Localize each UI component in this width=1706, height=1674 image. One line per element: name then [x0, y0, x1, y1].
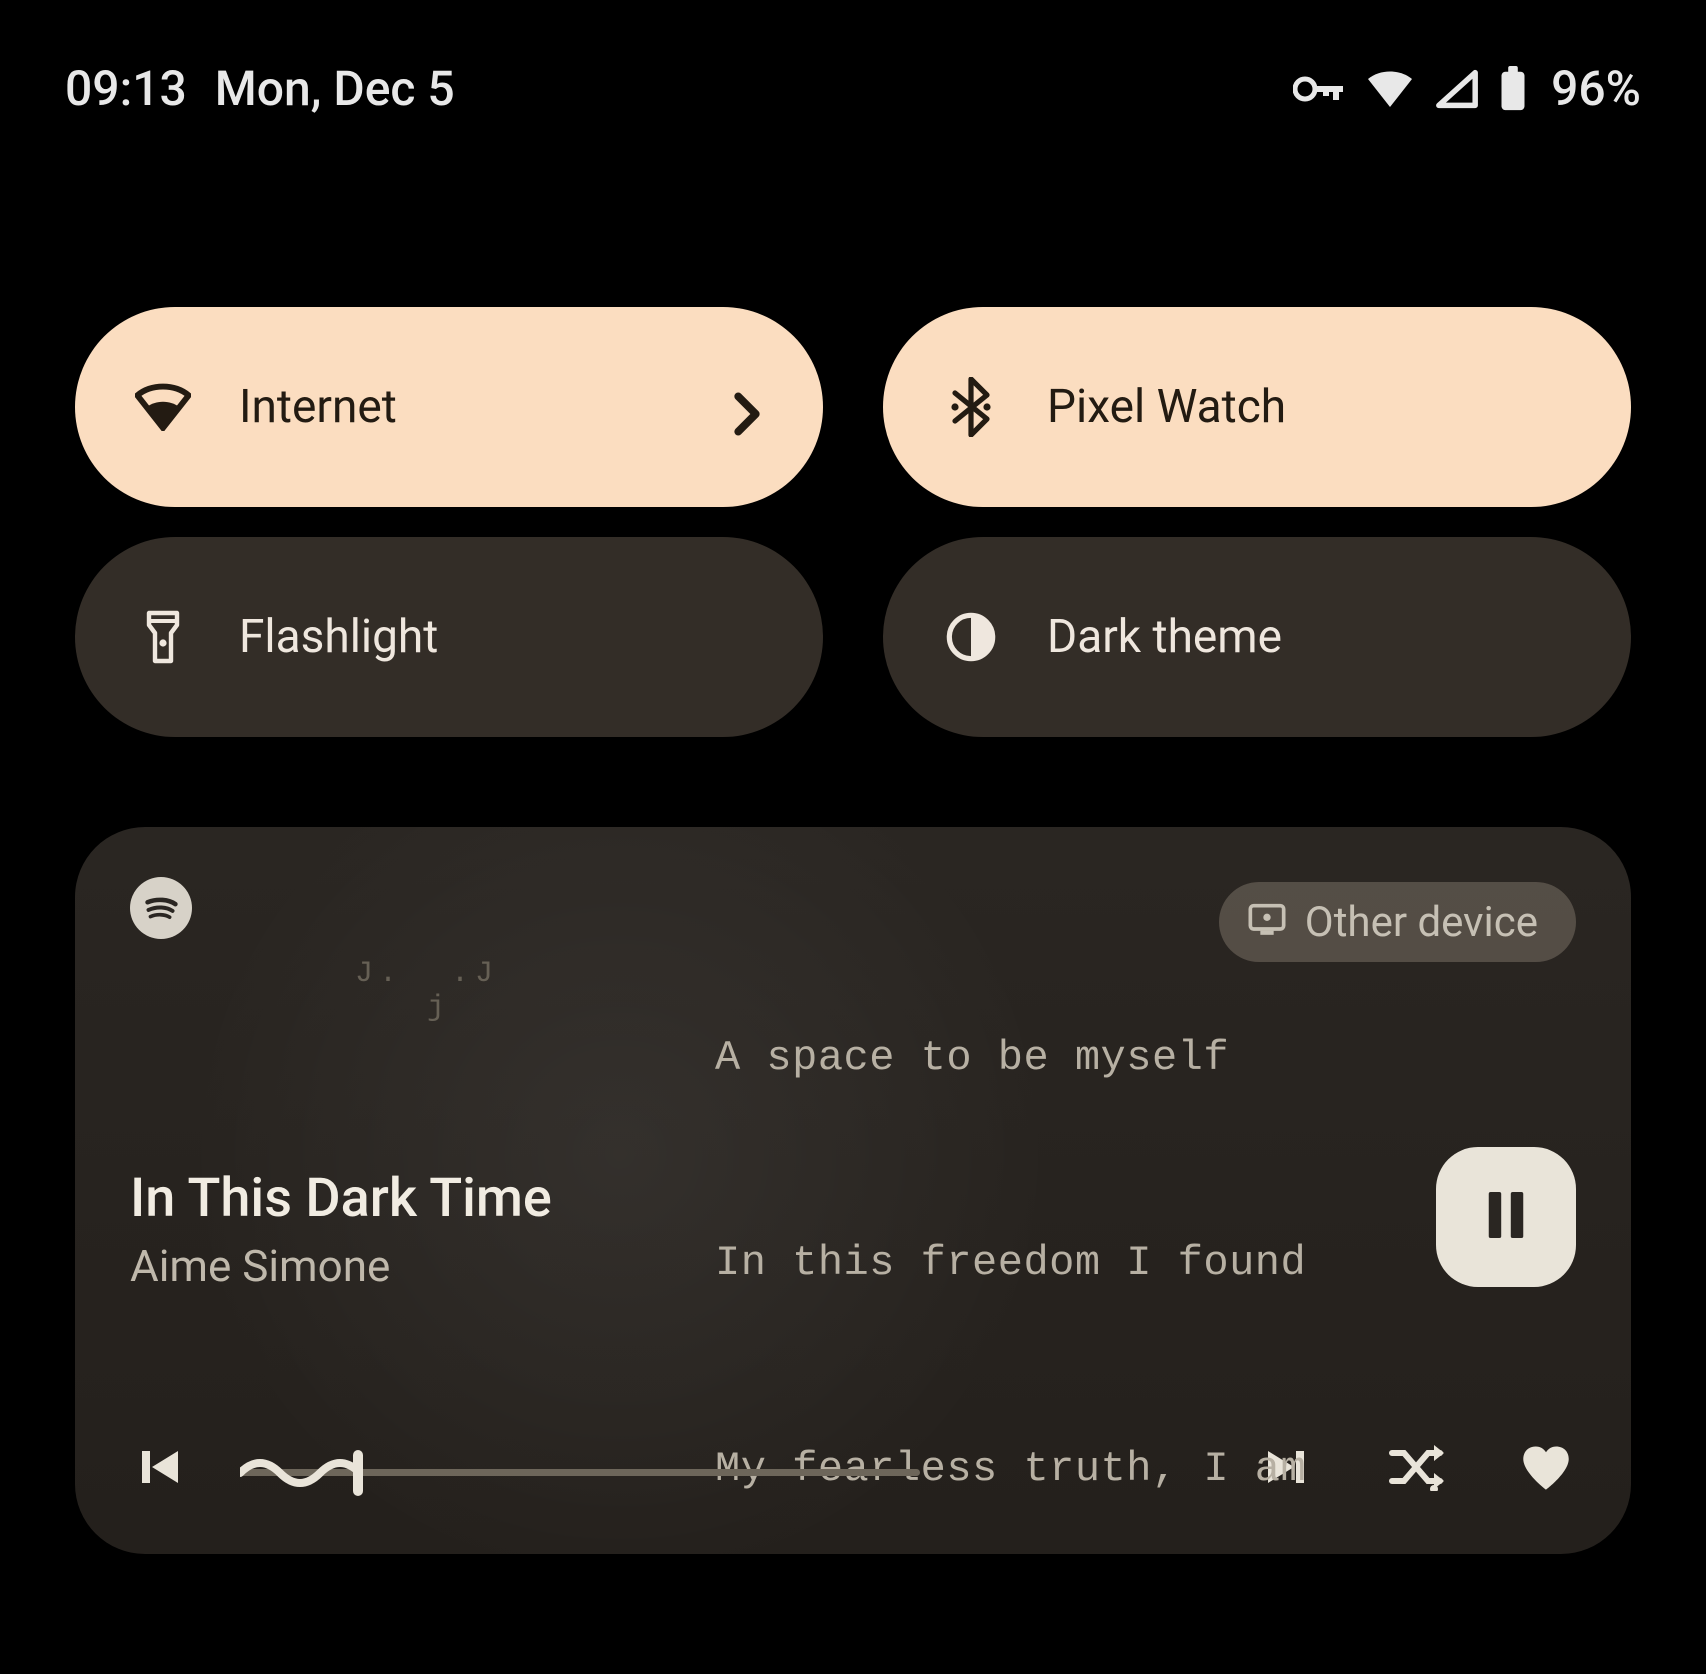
favorite-button[interactable] [1516, 1439, 1576, 1499]
spotify-icon[interactable] [130, 877, 192, 939]
tile-dark-theme[interactable]: Dark theme [883, 537, 1631, 737]
shuffle-icon [1388, 1443, 1444, 1495]
track-title: In This Dark Time [130, 1167, 552, 1230]
tile-label: Dark theme [1047, 610, 1571, 664]
tile-flashlight[interactable]: Flashlight [75, 537, 823, 737]
lyric-line: In this freedom I found [715, 1229, 1306, 1297]
quick-settings-tiles: Internet Pixel Watch Flashlight [0, 157, 1706, 777]
track-artist: Aime Simone [130, 1240, 552, 1292]
wifi-icon [1365, 69, 1415, 109]
heart-icon [1518, 1442, 1574, 1496]
progress-slider[interactable] [240, 1439, 920, 1499]
album-art-noise: J. .J j [355, 957, 499, 1025]
status-time: 09:13 [65, 60, 187, 117]
cast-icon [1247, 898, 1287, 947]
wifi-icon [135, 379, 191, 435]
tile-bluetooth[interactable]: Pixel Watch [883, 307, 1631, 507]
shuffle-button[interactable] [1386, 1439, 1446, 1499]
battery-icon [1499, 66, 1527, 112]
media-output-label: Other device [1305, 898, 1538, 947]
skip-previous-icon [136, 1443, 184, 1495]
skip-next-icon [1262, 1443, 1310, 1495]
status-date: Mon, Dec 5 [215, 60, 455, 117]
media-player-card: J. .J j A space to be myself In this fre… [75, 827, 1631, 1554]
chevron-right-icon [733, 392, 763, 422]
status-bar: 09:13 Mon, Dec 5 9 [0, 0, 1706, 157]
tile-label: Pixel Watch [1047, 380, 1571, 434]
status-left: 09:13 Mon, Dec 5 [65, 60, 455, 117]
progress-thumb [353, 1450, 363, 1496]
media-controls [130, 1439, 1576, 1499]
tile-label: Flashlight [239, 610, 763, 664]
battery-percentage: 96% [1551, 60, 1641, 117]
flashlight-icon [135, 609, 191, 665]
vpn-key-icon [1293, 73, 1345, 105]
cell-signal-icon [1435, 69, 1479, 109]
play-pause-button[interactable] [1436, 1147, 1576, 1287]
lyric-line: A space to be myself [715, 1024, 1306, 1092]
status-icons: 96% [1293, 60, 1641, 117]
previous-track-button[interactable] [130, 1439, 190, 1499]
tile-label: Internet [239, 380, 685, 434]
tile-internet[interactable]: Internet [75, 307, 823, 507]
pause-icon [1483, 1188, 1529, 1246]
progress-played-squiggle [240, 1451, 360, 1495]
media-output-chip[interactable]: Other device [1219, 882, 1576, 962]
bluetooth-icon [943, 379, 999, 435]
next-track-button[interactable] [1256, 1439, 1316, 1499]
dark-theme-icon [943, 609, 999, 665]
